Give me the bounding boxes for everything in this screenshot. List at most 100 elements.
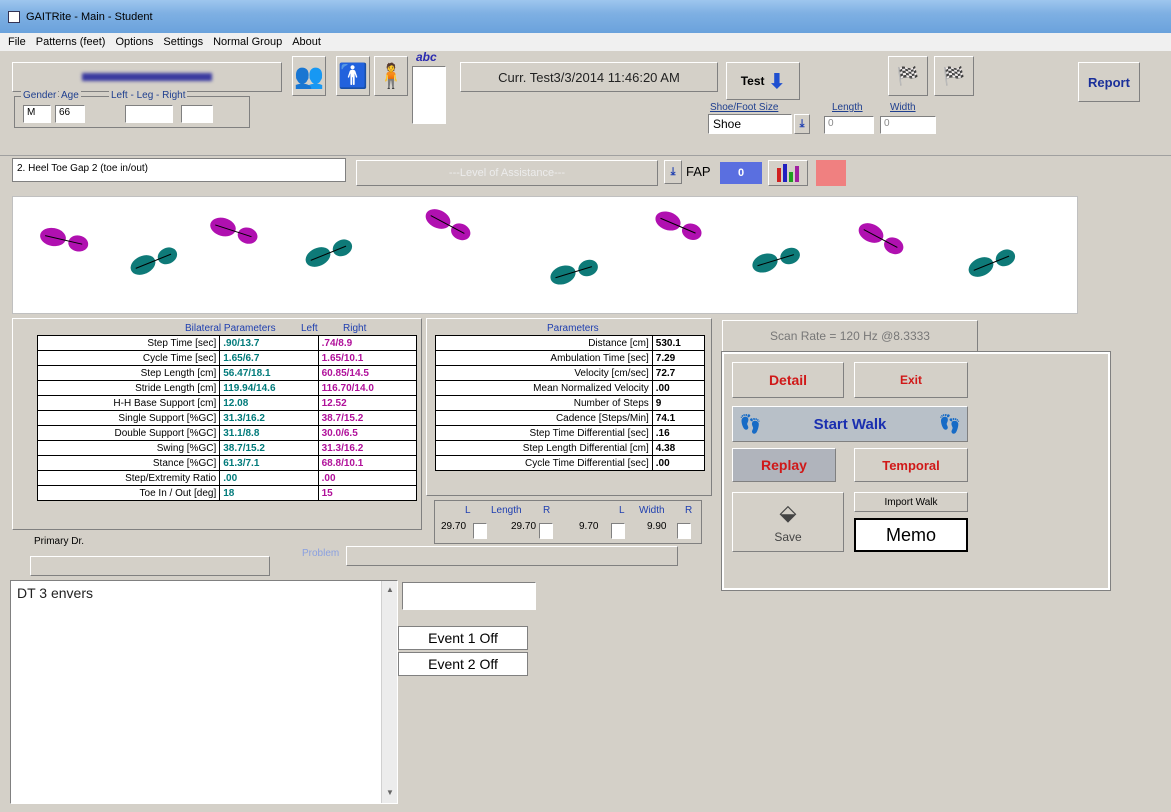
parameter-value: .00 bbox=[651, 380, 706, 396]
start-walk-label: Start Walk bbox=[813, 415, 887, 433]
event-input[interactable] bbox=[402, 582, 536, 610]
arrow-down-icon: ⬇ bbox=[768, 70, 786, 93]
bilateral-row: Stride Length [cm] 119.94/14.6 116.70/14.0 bbox=[36, 380, 418, 396]
menu-options[interactable]: Options bbox=[115, 36, 153, 48]
width-field[interactable]: 0 bbox=[880, 116, 936, 134]
title-bar: GAITRite - Main - Student bbox=[0, 0, 1171, 33]
chart-button[interactable] bbox=[768, 160, 808, 186]
parameter-value: 7.29 bbox=[651, 350, 706, 366]
length-right-check[interactable] bbox=[539, 523, 553, 539]
parameter-value: 74.1 bbox=[651, 410, 706, 426]
bilateral-row: Cycle Time [sec] 1.65/6.7 1.65/10.1 bbox=[36, 350, 418, 366]
bilateral-right-value: 15 bbox=[317, 485, 418, 501]
parameter-label: Ambulation Time [sec] bbox=[435, 350, 653, 366]
left-footprint bbox=[40, 227, 89, 252]
memo-button[interactable]: Memo bbox=[854, 518, 968, 552]
bilateral-row: Step Length [cm] 56.47/18.1 60.85/14.5 bbox=[36, 365, 418, 381]
gender-field[interactable]: M bbox=[23, 105, 51, 123]
leg-left-field[interactable] bbox=[125, 105, 173, 123]
menu-normal-group[interactable]: Normal Group bbox=[213, 36, 282, 48]
length-left-check[interactable] bbox=[473, 523, 487, 539]
single-person-button[interactable]: 🧍 bbox=[374, 56, 408, 96]
parameter-label: Distance [cm] bbox=[435, 335, 653, 351]
import-walk-button[interactable]: Import Walk bbox=[854, 492, 968, 512]
leg-right-field[interactable] bbox=[181, 105, 213, 123]
redacted-name bbox=[82, 73, 212, 81]
bilateral-left-value: 18 bbox=[219, 485, 319, 501]
test-label: Test bbox=[740, 74, 765, 88]
width-left-check[interactable] bbox=[611, 523, 625, 539]
male-button[interactable]: 🚹 bbox=[336, 56, 370, 96]
bilateral-left-value: 1.65/6.7 bbox=[219, 350, 319, 366]
right-footprint bbox=[550, 259, 598, 285]
exit-button[interactable]: Exit bbox=[854, 362, 968, 398]
bilateral-panel: Bilateral Parameters Left Right Step Tim… bbox=[12, 318, 422, 530]
width-r: R bbox=[685, 505, 693, 516]
left-footprint bbox=[858, 223, 904, 255]
menu-patterns[interactable]: Patterns (feet) bbox=[36, 36, 106, 48]
length-left-value: 29.70 bbox=[441, 521, 467, 532]
right-head: Right bbox=[343, 323, 367, 334]
temporal-label: Temporal bbox=[882, 457, 940, 473]
width-right-check[interactable] bbox=[677, 523, 691, 539]
shoe-select[interactable]: Shoe bbox=[708, 114, 792, 134]
length-field[interactable]: 0 bbox=[824, 116, 874, 134]
parameter-value: 530.1 bbox=[651, 335, 706, 351]
bilateral-left-value: 31.1/8.8 bbox=[219, 425, 319, 441]
parameter-row: Step Length Differential [cm] 4.38 bbox=[435, 440, 706, 456]
level-of-assistance[interactable]: ---Level of Assistance--- bbox=[356, 160, 658, 186]
bilateral-left-value: 38.7/15.2 bbox=[219, 440, 319, 456]
parameter-row: Ambulation Time [sec] 7.29 bbox=[435, 350, 706, 366]
loa-dropdown-button[interactable]: ⤓ bbox=[664, 160, 682, 184]
menu-about[interactable]: About bbox=[292, 36, 321, 48]
bilateral-table: Step Time [sec] .90/13.7.74/8.9 Cycle Time… bbox=[36, 335, 418, 501]
parameter-label: Step Time Differential [sec] bbox=[435, 425, 653, 441]
bilateral-label: Toe In / Out [deg] bbox=[36, 485, 221, 501]
bilateral-left-value: .90/13.7 bbox=[219, 335, 319, 351]
window-title: GAITRite - Main - Student bbox=[26, 10, 153, 23]
save-button[interactable]: ⬙ Save bbox=[732, 492, 844, 552]
walkway-icon: 🏁 bbox=[896, 65, 920, 86]
group-people-button[interactable]: 👥 bbox=[292, 56, 326, 96]
detail-button[interactable]: Detail bbox=[732, 362, 844, 398]
bilateral-right-value: 68.8/10.1 bbox=[317, 455, 418, 471]
walkway-2-button[interactable]: 🏁 bbox=[934, 56, 974, 96]
parameter-row: Mean Normalized Velocity .00 bbox=[435, 380, 706, 396]
parameters-table: Distance [cm] 530.1 Ambulation Time [sec] 7… bbox=[435, 335, 706, 471]
bilateral-left-value: .00 bbox=[219, 470, 319, 486]
shoe-dropdown-button[interactable]: ⤓ bbox=[794, 114, 810, 134]
replay-button[interactable]: Replay bbox=[732, 448, 836, 482]
event-2-button[interactable]: Event 2 Off bbox=[398, 652, 528, 676]
bilateral-right-value: 12.52 bbox=[317, 395, 418, 411]
start-walk-button[interactable]: 👣 Start Walk 👣 bbox=[732, 406, 968, 442]
parameter-row: Step Time Differential [sec] .16 bbox=[435, 425, 706, 441]
bilateral-right-value: .74/8.9 bbox=[317, 335, 418, 351]
primary-dr-field[interactable] bbox=[30, 556, 270, 576]
scroll-up-icon[interactable]: ▲ bbox=[386, 585, 394, 594]
menu-bar: File Patterns (feet) Options Settings No… bbox=[0, 33, 1171, 51]
report-button[interactable]: Report bbox=[1078, 62, 1140, 102]
event-1-button[interactable]: Event 1 Off bbox=[398, 626, 528, 650]
notes-area[interactable]: DT 3 envers ▲ ▼ bbox=[10, 580, 398, 804]
dropdown-arrow-icon: ⤓ bbox=[799, 117, 805, 130]
patient-name-button[interactable] bbox=[12, 62, 282, 92]
parameter-label: Cycle Time Differential [sec] bbox=[435, 455, 653, 471]
test-button[interactable]: Test ⬇ bbox=[726, 62, 800, 100]
people-icon: 👥 bbox=[294, 62, 324, 90]
notes-scrollbar[interactable]: ▲ ▼ bbox=[381, 581, 397, 803]
replay-label: Replay bbox=[761, 457, 807, 473]
bilateral-label: Step Length [cm] bbox=[36, 365, 221, 381]
problem-field[interactable] bbox=[346, 546, 678, 566]
menu-file[interactable]: File bbox=[8, 36, 26, 48]
temporal-button[interactable]: Temporal bbox=[854, 448, 968, 482]
bilateral-label: Step Time [sec] bbox=[36, 335, 221, 351]
scroll-down-icon[interactable]: ▼ bbox=[386, 788, 394, 797]
walkway-1-button[interactable]: 🏁 bbox=[888, 56, 928, 96]
abc-box[interactable] bbox=[412, 66, 446, 124]
bilateral-left-value: 31.3/16.2 bbox=[219, 410, 319, 426]
actions-panel: Detail Exit 👣 Start Walk 👣 Replay Tempor… bbox=[721, 351, 1111, 591]
male-icon: 🚹 bbox=[338, 62, 368, 90]
age-field[interactable]: 66 bbox=[55, 105, 85, 123]
width-left-value: 9.70 bbox=[579, 521, 599, 532]
menu-settings[interactable]: Settings bbox=[163, 36, 203, 48]
